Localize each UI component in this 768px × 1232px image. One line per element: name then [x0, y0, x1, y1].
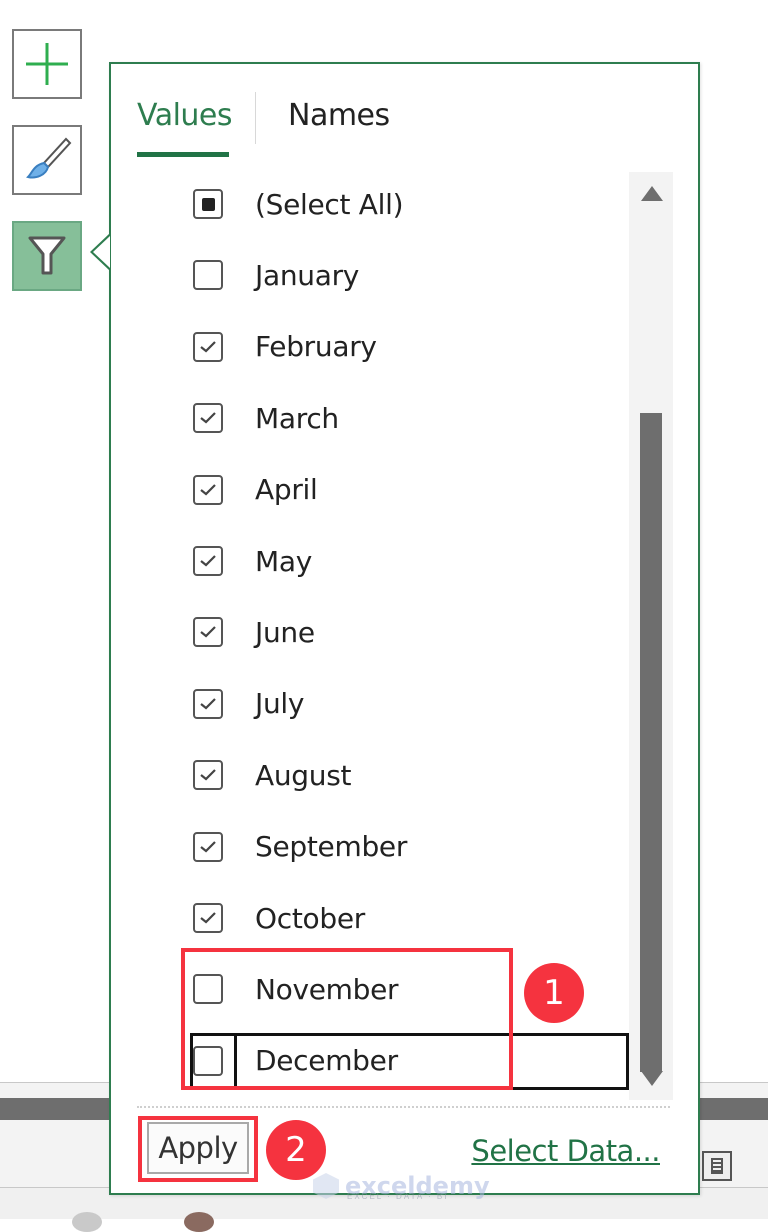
filter-item-label: August [255, 758, 352, 792]
filter-item[interactable]: August [193, 745, 351, 805]
checkbox-checked[interactable] [193, 546, 223, 576]
annotation-highlight-unchecked-months [181, 948, 513, 1090]
checkbox-checked[interactable] [193, 831, 223, 862]
paintbrush-icon [26, 137, 72, 179]
filter-item-label: February [255, 330, 377, 364]
filter-item[interactable]: February [193, 317, 377, 377]
annotation-badge: 1 [524, 963, 584, 1023]
filter-item-label: June [255, 615, 315, 649]
filter-item-label: April [255, 473, 318, 507]
filter-item-label: March [255, 401, 339, 435]
checkmark-icon [200, 412, 216, 424]
annotation-highlight-apply [138, 1116, 258, 1182]
checkbox-unchecked[interactable] [193, 260, 223, 291]
checkbox-checked[interactable] [193, 760, 223, 791]
page-layout-view-icon[interactable] [702, 1151, 732, 1181]
filter-item[interactable]: January [193, 245, 359, 305]
filter-item-label: May [255, 544, 312, 578]
watermark: exceldemy EXCEL · DATA · BI [313, 1170, 490, 1202]
checkbox-indeterminate[interactable] [193, 189, 223, 219]
scroll-down-arrow-icon[interactable] [641, 1071, 663, 1086]
filter-item-label: October [255, 901, 365, 935]
checkmark-icon [200, 912, 216, 924]
checkbox-checked[interactable] [193, 474, 223, 505]
scroll-up-arrow-icon[interactable] [641, 186, 663, 201]
tab-values[interactable]: Values [137, 98, 233, 133]
select-data-link[interactable]: Select Data... [471, 1134, 660, 1168]
checkbox-checked[interactable] [193, 403, 223, 434]
scrollbar-thumb[interactable] [640, 413, 662, 1073]
filter-item-label: July [255, 687, 305, 721]
footer-divider [137, 1106, 670, 1108]
filter-item-label: (Select All) [255, 187, 404, 221]
filter-item[interactable]: March [193, 388, 339, 448]
chart-elements-button[interactable] [12, 29, 82, 99]
tab-names[interactable]: Names [288, 98, 390, 133]
checkbox-checked[interactable] [193, 903, 223, 933]
panel-pointer-fill [93, 236, 110, 268]
checkmark-icon [200, 555, 216, 567]
filter-item[interactable]: (Select All) [193, 174, 404, 234]
checkmark-icon [200, 483, 216, 496]
checkbox-checked[interactable] [193, 617, 223, 648]
checkbox-checked[interactable] [193, 688, 223, 719]
filter-item-label: January [255, 258, 360, 292]
list-scrollbar[interactable] [629, 172, 673, 1100]
chart-filters-button[interactable] [12, 221, 82, 291]
checkmark-icon [200, 769, 216, 781]
chart-styles-button[interactable] [12, 125, 82, 195]
filter-item[interactable]: June [193, 602, 315, 662]
filter-item[interactable]: October [193, 888, 365, 948]
funnel-icon [28, 236, 66, 275]
filter-item[interactable]: April [193, 460, 318, 520]
checkmark-icon [200, 840, 216, 853]
filter-item[interactable]: May [193, 531, 312, 591]
exceldemy-logo-icon [313, 1173, 339, 1199]
checkmark-icon [200, 626, 216, 638]
watermark-tagline: EXCEL · DATA · BI [347, 1192, 449, 1201]
checkbox-checked[interactable] [193, 331, 223, 362]
taskbar-icon[interactable] [72, 1212, 102, 1232]
filter-item[interactable]: July [193, 674, 304, 734]
indeterminate-mark-icon [201, 197, 215, 211]
checkmark-icon [200, 341, 216, 353]
active-tab-indicator [137, 152, 229, 157]
filter-item-label: September [255, 830, 408, 864]
taskbar-icon[interactable] [184, 1212, 214, 1232]
checkmark-icon [200, 698, 216, 710]
filter-item[interactable]: September [193, 817, 407, 877]
plus-icon [26, 43, 68, 85]
tab-separator [255, 92, 256, 144]
